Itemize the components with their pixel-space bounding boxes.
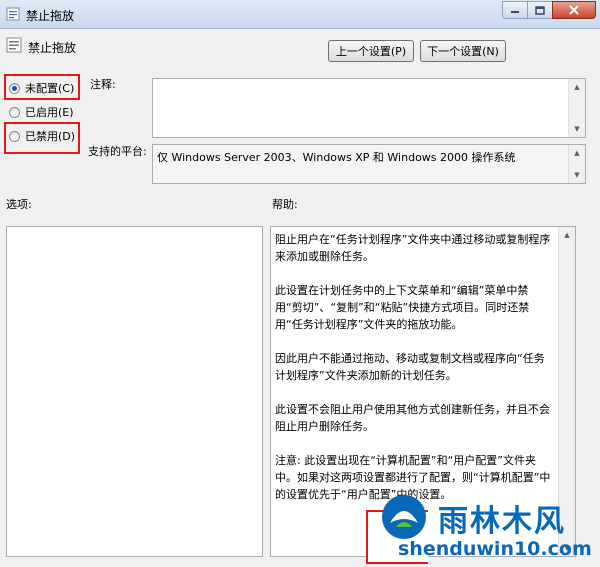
scroll-up-icon[interactable]: ▲ bbox=[569, 79, 585, 95]
window-controls bbox=[502, 1, 596, 19]
next-setting-button[interactable]: 下一个设置(N) bbox=[420, 40, 506, 62]
comment-label: 注释: bbox=[90, 78, 116, 91]
help-paragraph: 此设置不会阻止用户使用其他方式创建新任务，并且不会阻止用户删除任务。 bbox=[275, 403, 550, 433]
radio-button[interactable] bbox=[9, 106, 20, 118]
supported-platform-label: 支持的平台: bbox=[88, 145, 147, 158]
scroll-down-icon[interactable]: ▼ bbox=[569, 121, 585, 137]
options-label: 选项: bbox=[6, 198, 32, 211]
scroll-up-icon[interactable]: ▲ bbox=[559, 227, 575, 243]
comment-scrollbar[interactable]: ▲ ▼ bbox=[568, 79, 585, 137]
help-paragraph: 阻止用户在“任务计划程序”文件夹中通过移动或复制程序来添加或删除任务。 bbox=[275, 233, 551, 263]
close-icon bbox=[569, 5, 579, 15]
help-label: 帮助: bbox=[272, 198, 298, 211]
options-panel bbox=[6, 226, 263, 557]
window-title: 禁止拖放 bbox=[26, 9, 75, 23]
comment-textbox[interactable]: ▲ ▼ bbox=[152, 78, 586, 138]
policy-name: 禁止拖放 bbox=[28, 41, 77, 55]
maximize-icon bbox=[535, 5, 545, 15]
supported-platform-box: 仅 Windows Server 2003、Windows XP 和 Windo… bbox=[152, 144, 586, 184]
highlight-box-disabled bbox=[4, 122, 80, 154]
radio-enabled[interactable]: 已启用(E) bbox=[9, 104, 74, 120]
policy-setting-icon bbox=[6, 37, 22, 53]
scroll-up-icon[interactable]: ▲ bbox=[569, 145, 585, 161]
watermark-url: shenduwin10.com bbox=[398, 538, 592, 560]
maximize-button[interactable] bbox=[527, 1, 553, 19]
close-button[interactable] bbox=[552, 1, 596, 19]
scroll-down-icon[interactable]: ▼ bbox=[569, 167, 585, 183]
radio-label: 已启用(E) bbox=[25, 106, 74, 119]
help-paragraph: 因此用户不能通过拖动、移动或复制文档或程序向“任务计划程序”文件夹添加新的计划任… bbox=[275, 352, 545, 382]
help-paragraph: 此设置在计划任务中的上下文菜单和“编辑”菜单中禁用“剪切”、“复制”和“粘贴”快… bbox=[275, 284, 530, 331]
previous-setting-button[interactable]: 上一个设置(P) bbox=[328, 40, 414, 62]
highlight-box-not-configured bbox=[4, 74, 80, 100]
watermark-logo-icon bbox=[382, 495, 426, 539]
supported-platform-value: 仅 Windows Server 2003、Windows XP 和 Windo… bbox=[157, 151, 516, 164]
policy-app-icon bbox=[6, 7, 20, 21]
platform-scrollbar[interactable]: ▲ ▼ bbox=[568, 145, 585, 183]
help-text: 阻止用户在“任务计划程序”文件夹中通过移动或复制程序来添加或删除任务。 此设置在… bbox=[275, 231, 555, 520]
watermark-name: 雨林木风 bbox=[438, 504, 566, 539]
minimize-icon bbox=[511, 11, 519, 13]
minimize-button[interactable] bbox=[502, 1, 528, 19]
title-bar: 禁止拖放 bbox=[0, 0, 600, 29]
